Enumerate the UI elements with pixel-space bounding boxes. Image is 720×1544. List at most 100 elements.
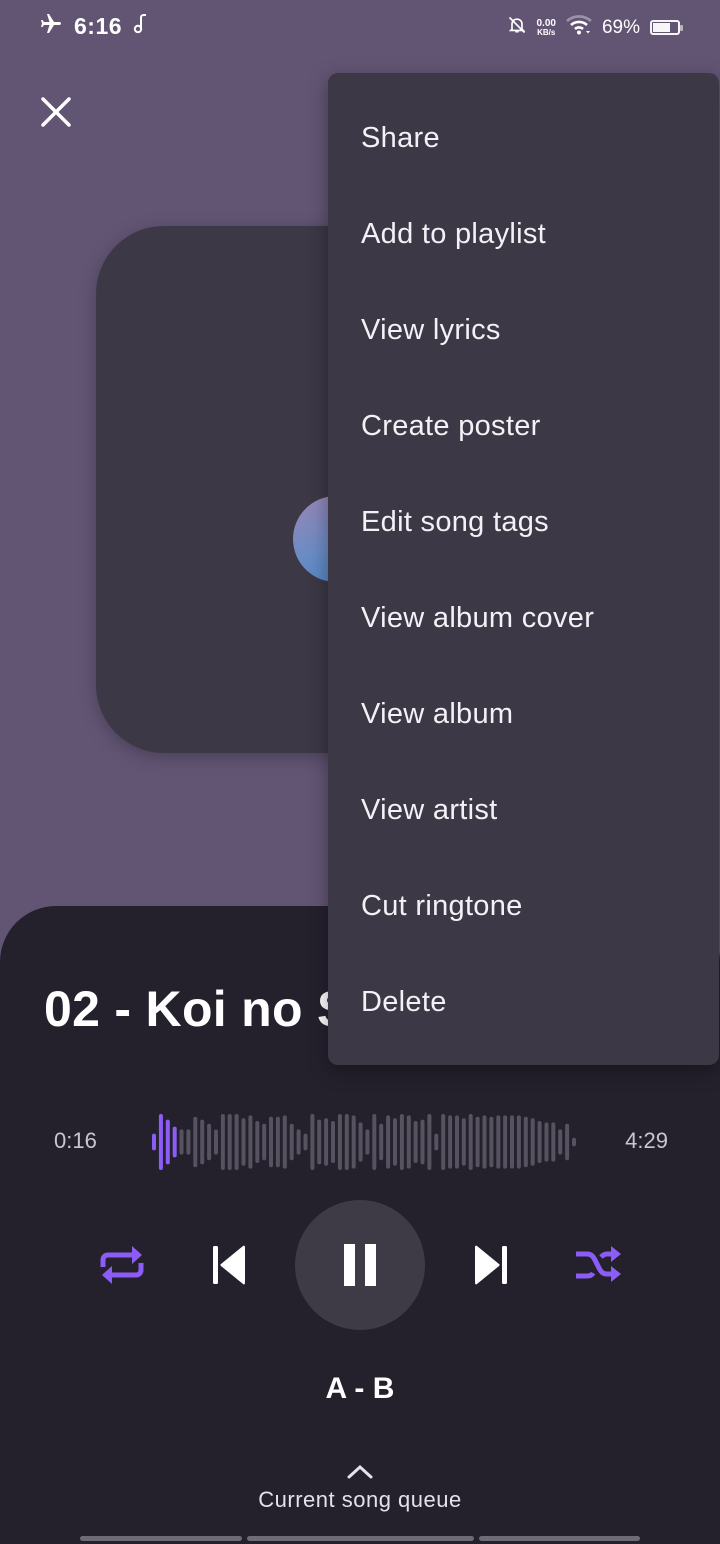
menu-item-delete[interactable]: Delete	[328, 954, 719, 1050]
song-title: 02 - Koi no S	[44, 981, 351, 1037]
waveform-bar	[537, 1121, 542, 1163]
waveform-bar	[207, 1123, 212, 1161]
pause-icon	[344, 1244, 376, 1286]
battery-fill	[653, 23, 670, 32]
next-button[interactable]	[466, 1240, 516, 1290]
waveform-bar	[489, 1116, 494, 1168]
waveform-bar	[420, 1119, 425, 1165]
clock: 6:16	[74, 13, 123, 39]
overflow-menu: Share Add to playlist View lyrics Create…	[328, 73, 719, 1065]
waveform-bar	[386, 1115, 391, 1169]
waveform-bar	[503, 1115, 508, 1169]
waveform-bar	[523, 1116, 528, 1168]
menu-item-share[interactable]: Share	[328, 90, 719, 186]
waveform-bar	[379, 1123, 384, 1161]
waveform-bar	[365, 1129, 370, 1155]
waveform-bar	[303, 1133, 308, 1151]
waveform-bar	[220, 1114, 225, 1170]
waveform-bar	[441, 1114, 446, 1170]
menu-item-create-poster[interactable]: Create poster	[328, 378, 719, 474]
close-button[interactable]	[36, 92, 76, 132]
status-bar-left: 6:16	[38, 12, 150, 41]
shuffle-icon	[576, 1246, 621, 1282]
waveform-bar	[427, 1114, 432, 1170]
menu-item-view-album[interactable]: View album	[328, 666, 719, 762]
waveform-bar	[468, 1114, 473, 1170]
menu-item-edit-song-tags[interactable]: Edit song tags	[328, 474, 719, 570]
status-bar: 6:16 0.00 KB/s 69%	[0, 0, 720, 58]
waveform-bar	[331, 1121, 335, 1163]
waveform-bar	[234, 1114, 239, 1170]
current-time: 0:16	[54, 1128, 97, 1153]
page-indicator-3	[479, 1536, 640, 1541]
music-note-icon	[132, 13, 150, 40]
shuffle-button[interactable]	[572, 1240, 624, 1290]
waveform-bar	[262, 1123, 267, 1161]
ab-repeat-button[interactable]: A - B	[0, 1372, 720, 1406]
waveform-bar	[516, 1115, 521, 1169]
chevron-up-icon	[347, 1464, 373, 1479]
waveform-bar	[455, 1115, 459, 1169]
airplane-icon	[38, 12, 64, 41]
waveform-bar	[269, 1116, 273, 1168]
waveform-bar	[179, 1129, 184, 1155]
battery-icon	[650, 20, 683, 35]
waveform-bar	[344, 1114, 349, 1170]
waveform-bar	[565, 1123, 570, 1161]
menu-item-view-album-cover[interactable]: View album cover	[328, 570, 719, 666]
waveform-bar	[393, 1118, 397, 1166]
waveform-bar	[186, 1129, 191, 1155]
repeat-icon	[100, 1246, 144, 1284]
menu-item-add-to-playlist[interactable]: Add to playlist	[328, 186, 719, 282]
close-icon	[41, 97, 71, 127]
menu-item-view-artist[interactable]: View artist	[328, 762, 719, 858]
waveform-bar	[193, 1116, 198, 1168]
waveform-bar	[572, 1137, 576, 1147]
waveform-bar	[434, 1133, 439, 1151]
waveform-bar	[317, 1119, 322, 1165]
waveform-bar	[496, 1115, 501, 1169]
status-bar-right: 0.00 KB/s 69%	[507, 14, 683, 41]
menu-item-view-lyrics[interactable]: View lyrics	[328, 282, 719, 378]
pause-button[interactable]	[295, 1200, 425, 1330]
waveform-bar	[337, 1114, 342, 1170]
waveform-bar	[351, 1115, 356, 1169]
waveform-seekbar[interactable]	[152, 1112, 576, 1172]
waveform-bar	[358, 1122, 363, 1162]
waveform-bar	[255, 1121, 260, 1163]
waveform-bar	[372, 1114, 377, 1170]
waveform-bar	[282, 1115, 287, 1169]
waveform-bar	[530, 1118, 535, 1166]
waveform-bar	[544, 1122, 549, 1162]
waveform-bar	[248, 1115, 253, 1169]
page-indicator-1	[80, 1536, 242, 1541]
previous-button[interactable]	[204, 1240, 254, 1290]
waveform-bar	[289, 1123, 294, 1161]
waveform-bar	[275, 1116, 280, 1168]
waveform-bar	[551, 1122, 556, 1162]
waveform-bar	[475, 1116, 480, 1168]
notifications-off-icon	[507, 14, 527, 41]
waveform-bar	[406, 1115, 411, 1169]
battery-percent: 69%	[601, 16, 640, 38]
queue-label: Current song queue	[258, 1487, 462, 1512]
waveform-bar	[399, 1114, 404, 1170]
wifi-icon	[566, 15, 592, 40]
current-queue-button[interactable]: Current song queue	[0, 1462, 720, 1513]
waveform-bar	[413, 1121, 418, 1163]
waveform-bar-played	[158, 1114, 163, 1170]
repeat-button[interactable]	[96, 1240, 148, 1290]
waveform-bar	[448, 1115, 453, 1169]
total-time: 4:29	[625, 1128, 668, 1153]
waveform-bar	[510, 1115, 514, 1169]
playback-controls	[0, 1200, 720, 1330]
waveform-bar	[214, 1129, 218, 1155]
menu-item-cut-ringtone[interactable]: Cut ringtone	[328, 858, 719, 954]
waveform-bar	[227, 1114, 232, 1170]
waveform-bar	[482, 1115, 487, 1169]
waveform-bar-played	[172, 1126, 177, 1158]
waveform-bar	[200, 1119, 205, 1165]
waveform-bar-played	[165, 1119, 170, 1165]
waveform-bar	[558, 1129, 563, 1155]
waveform-bar	[324, 1118, 329, 1166]
